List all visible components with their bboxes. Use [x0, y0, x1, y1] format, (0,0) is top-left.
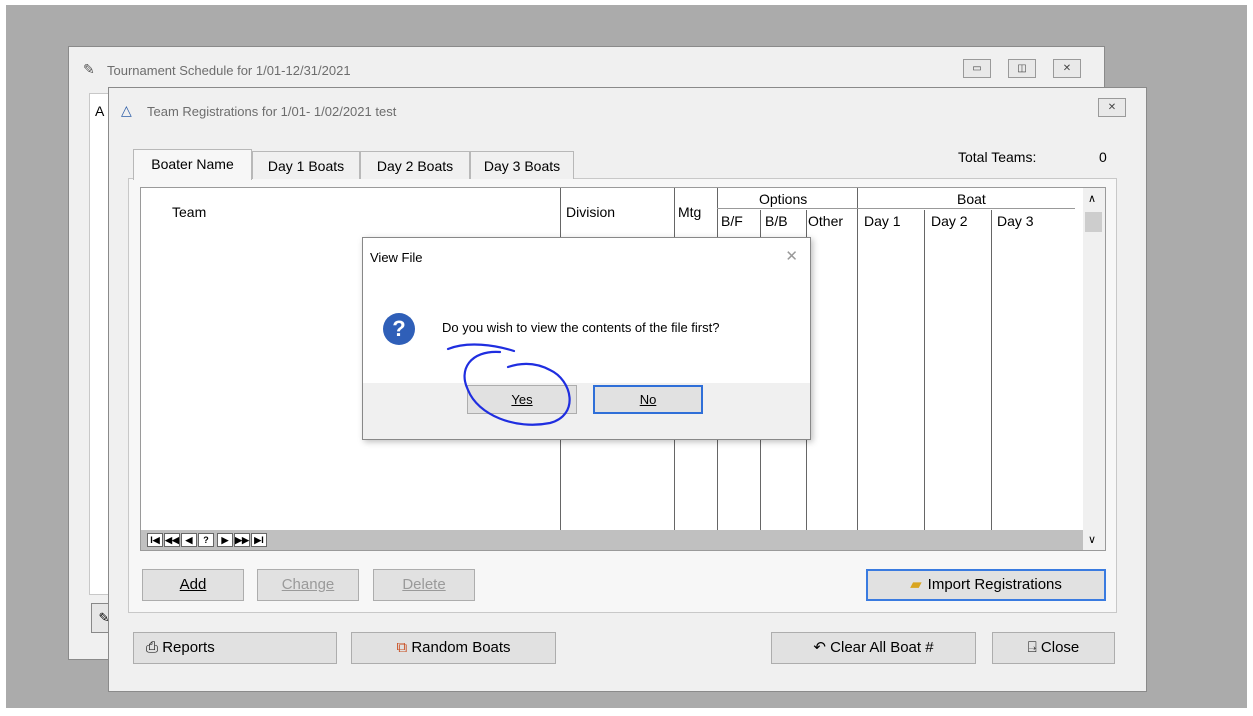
boats-icon: ⧉: [396, 639, 408, 656]
change-button[interactable]: Change: [257, 569, 359, 601]
find-record-button[interactable]: ?: [198, 533, 214, 547]
reports-button-label: Reports: [162, 639, 215, 656]
column-header-bb[interactable]: B/B: [765, 213, 788, 229]
last-record-button[interactable]: ▶I: [251, 533, 267, 547]
column-header-bf[interactable]: B/F: [721, 213, 743, 229]
annotation-circle: [446, 343, 571, 426]
column-header-mtg[interactable]: Mtg: [678, 204, 701, 220]
column-header-team[interactable]: Team: [172, 204, 206, 220]
dialog-close-icon[interactable]: ✕: [785, 247, 798, 265]
total-teams-label: Total Teams:: [958, 149, 1037, 165]
vertical-scrollbar[interactable]: [1083, 188, 1105, 550]
folder-add-icon: ▰: [910, 576, 922, 593]
column-header-day1[interactable]: Day 1: [864, 213, 901, 229]
column-header-other[interactable]: Other: [808, 213, 843, 229]
import-button-label: Import Registrations: [927, 576, 1062, 593]
add-button-label: Add: [179, 576, 207, 593]
clear-all-boat-button[interactable]: ↶ Clear All Boat #: [771, 632, 976, 664]
column-header-day3[interactable]: Day 3: [997, 213, 1034, 229]
close-button-label: Close: [1040, 639, 1080, 656]
window-title: Team Registrations for 1/01- 1/02/2021 t…: [147, 104, 397, 119]
team-icon: △: [121, 102, 132, 118]
change-button-label: Change: [281, 576, 335, 593]
next-record-button[interactable]: ▶: [217, 533, 233, 547]
first-record-button[interactable]: I◀: [147, 533, 163, 547]
list-item: A: [95, 103, 105, 119]
no-button[interactable]: No: [593, 385, 703, 414]
reports-button[interactable]: ⎙ Reports: [133, 632, 337, 664]
column-header-division[interactable]: Division: [566, 204, 615, 220]
tab-day2-boats[interactable]: Day 2 Boats: [360, 151, 470, 179]
close-button[interactable]: ✕: [1053, 59, 1081, 78]
clear-all-boat-label: Clear All Boat #: [830, 639, 934, 656]
dialog-title: View File: [370, 250, 423, 265]
column-header-boat: Boat: [957, 191, 986, 207]
close-window-button[interactable]: ⍈ Close: [992, 632, 1115, 664]
record-navigator: [141, 530, 1083, 550]
delete-button-label: Delete: [402, 576, 446, 593]
scroll-up-icon[interactable]: ∧: [1088, 192, 1096, 205]
import-registrations-button[interactable]: ▰ Import Registrations: [866, 569, 1106, 601]
header-divider: [717, 208, 857, 209]
window-title: Tournament Schedule for 1/01-12/31/2021: [107, 63, 351, 78]
tab-day3-boats[interactable]: Day 3 Boats: [470, 151, 574, 179]
close-button[interactable]: ✕: [1098, 98, 1126, 117]
add-button[interactable]: Add: [142, 569, 244, 601]
random-boats-button[interactable]: ⧉ Random Boats: [351, 632, 556, 664]
next-page-button[interactable]: ▶▶: [234, 533, 250, 547]
dialog-message: Do you wish to view the contents of the …: [442, 320, 720, 335]
exit-door-icon: ⍈: [1027, 639, 1037, 656]
restore-button[interactable]: ◫: [1008, 59, 1036, 78]
undo-icon: ↶: [813, 639, 826, 656]
printer-icon: ⎙: [146, 639, 159, 656]
tournament-icon: ✎: [83, 61, 95, 77]
prev-page-button[interactable]: ◀◀: [164, 533, 180, 547]
dialog-titlebar: [363, 238, 810, 275]
tab-boater-name[interactable]: Boater Name: [133, 149, 252, 180]
scroll-thumb[interactable]: [1085, 212, 1102, 232]
random-boats-label: Random Boats: [411, 639, 511, 656]
delete-button[interactable]: Delete: [373, 569, 475, 601]
total-teams-value: 0: [1099, 149, 1107, 165]
column-divider: [924, 210, 925, 530]
column-header-day2[interactable]: Day 2: [931, 213, 968, 229]
header-divider: [857, 208, 1075, 209]
minimize-button[interactable]: ▭: [963, 59, 991, 78]
question-icon: ?: [383, 313, 415, 345]
tab-day1-boats[interactable]: Day 1 Boats: [252, 151, 360, 179]
scroll-down-icon[interactable]: ∨: [1088, 533, 1096, 546]
column-divider: [857, 188, 858, 530]
prev-record-button[interactable]: ◀: [181, 533, 197, 547]
column-header-options: Options: [759, 191, 808, 207]
column-divider: [991, 210, 992, 530]
no-button-label: No: [639, 392, 657, 407]
